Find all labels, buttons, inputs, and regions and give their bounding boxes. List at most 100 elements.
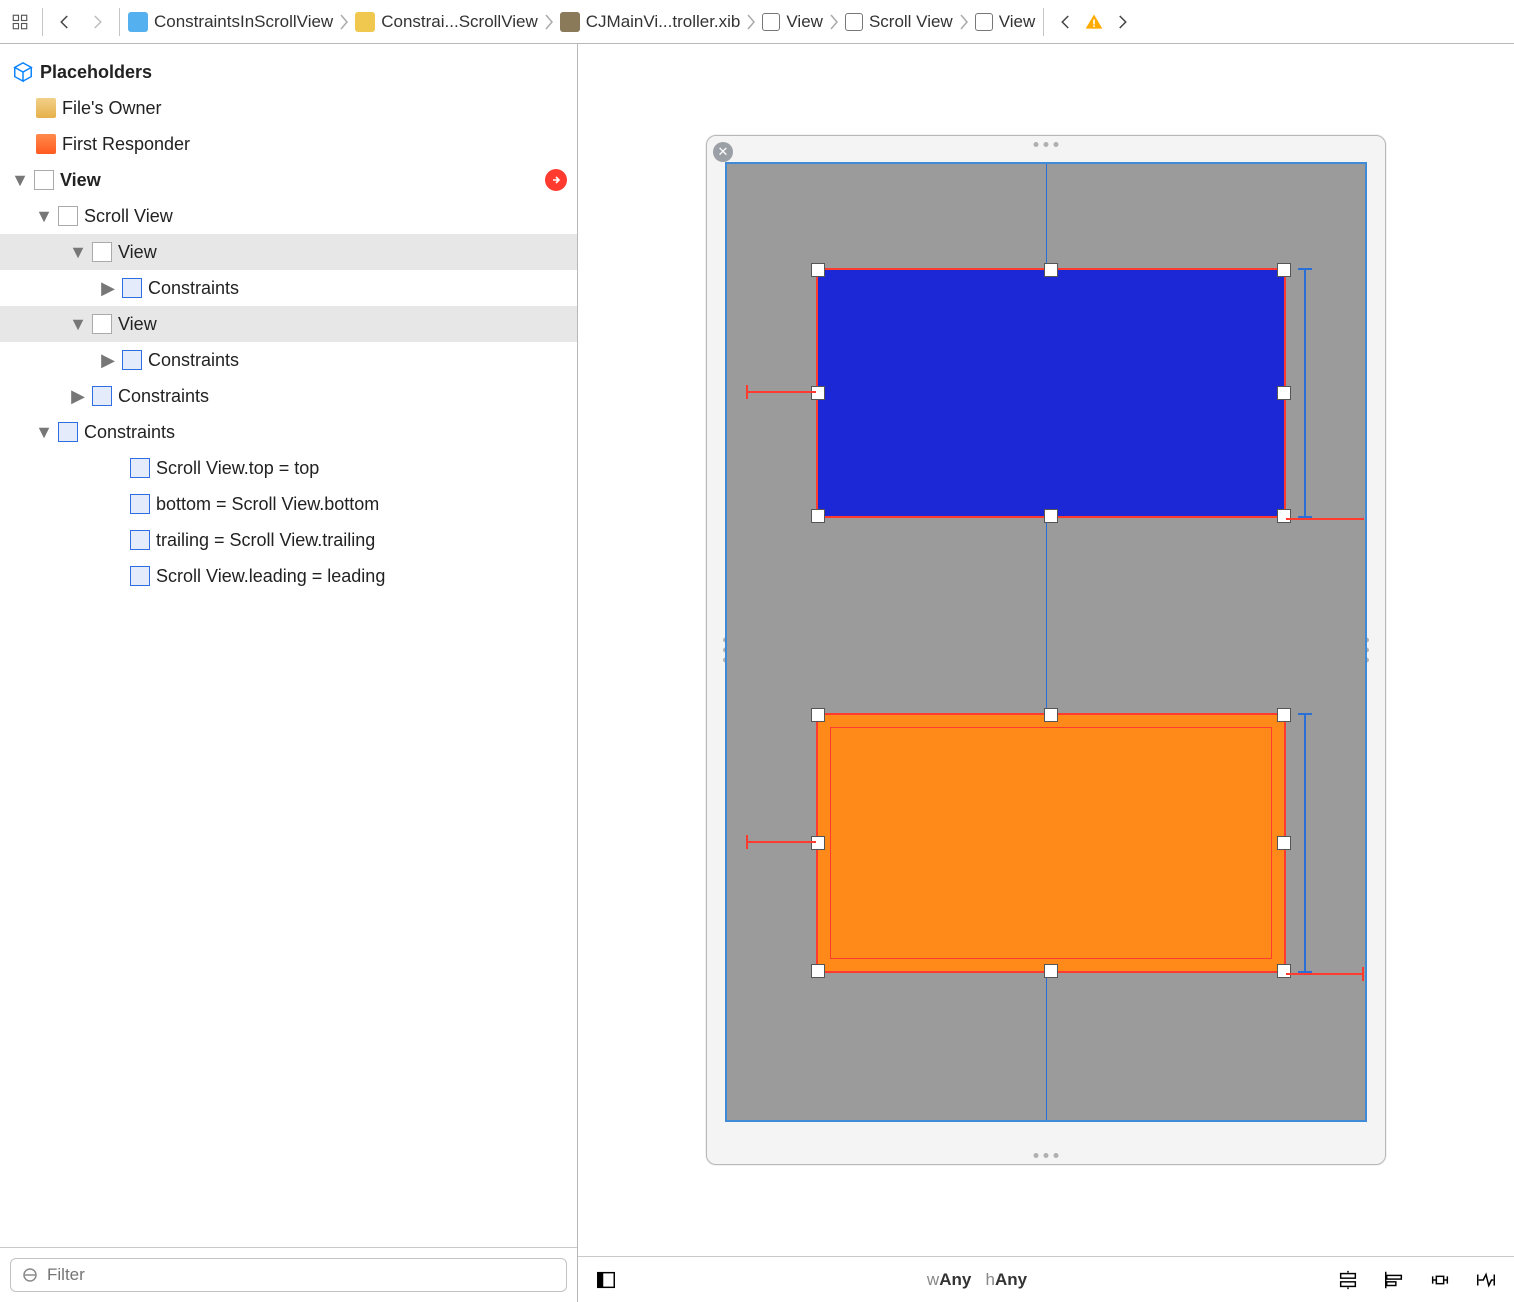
filter-field[interactable] [10,1258,567,1292]
disclosure-icon[interactable]: ▶ [100,280,116,296]
device-window[interactable]: ✕ [706,135,1386,1165]
jumpbar-label: View [786,12,823,32]
disclosure-icon[interactable]: ▼ [12,172,28,188]
view-icon [92,314,112,334]
files-owner-icon [36,98,56,118]
main-split: Placeholders File's Owner First Responde… [0,44,1514,1302]
outline-constraints-root[interactable]: ▼ Constraints [0,414,577,450]
outline-root-view[interactable]: ▼ View [0,162,577,198]
pin-button[interactable] [1426,1266,1454,1294]
jumpbar-seg-view2[interactable]: View [975,12,1036,32]
jumpbar-seg-project[interactable]: ConstraintsInScrollView [128,12,333,32]
outline-constraints-sv[interactable]: ▶ Constraints [0,378,577,414]
resize-handle[interactable] [811,964,825,978]
resize-handle[interactable] [811,708,825,722]
filter-input[interactable] [47,1265,556,1285]
resize-handle[interactable] [1277,836,1291,850]
separator [1043,8,1044,36]
outline-subview-a[interactable]: ▼ View [0,234,577,270]
resize-handle[interactable] [811,836,825,850]
outline-first-responder[interactable]: First Responder [0,126,577,162]
disclosure-icon[interactable]: ▼ [36,208,52,224]
outline-constraint-item[interactable]: bottom = Scroll View.bottom [0,486,577,522]
jumpbar-seg-view[interactable]: View [762,12,823,32]
disclosure-icon[interactable]: ▶ [100,352,116,368]
resize-handle[interactable] [811,509,825,523]
outline-files-owner[interactable]: File's Owner [0,90,577,126]
disclosure-icon[interactable]: ▶ [70,388,86,404]
chevron-right-icon [746,14,756,30]
measure-height-icon [1298,268,1312,518]
sizeclass-control[interactable]: wAny hAny [638,1270,1316,1290]
constraints-icon [92,386,112,406]
back-button[interactable] [51,8,79,36]
jumpbar-label: CJMainVi...troller.xib [586,12,741,32]
error-badge-icon[interactable] [545,169,567,191]
outline-constraint-item[interactable]: Scroll View.leading = leading [0,558,577,594]
constraint-icon [130,530,150,550]
toggle-outline-button[interactable] [592,1266,620,1294]
constraint-line [746,841,816,843]
folder-icon [355,12,375,32]
resize-handle[interactable] [1044,708,1058,722]
outline-constraint-item[interactable]: Scroll View.top = top [0,450,577,486]
jumpbar-seg-xib[interactable]: CJMainVi...troller.xib [560,12,741,32]
warning-icon[interactable] [1084,12,1104,32]
outline-scrollview[interactable]: ▼ Scroll View [0,198,577,234]
chevron-right-icon [544,14,554,30]
jumpbar-seg-folder[interactable]: Constrai...ScrollView [355,12,538,32]
jumpbar-label: Constrai...ScrollView [381,12,538,32]
sizeclass-w-prefix: w [927,1270,939,1289]
constraint-icon [130,494,150,514]
constraint-item-label: Scroll View.top = top [156,458,319,479]
sizeclass-h-prefix: h [985,1270,994,1289]
outline-constraint-item[interactable]: trailing = Scroll View.trailing [0,522,577,558]
constraint-line [746,391,816,393]
outline-body: Placeholders File's Owner First Responde… [0,44,577,1247]
constraints-b-label: Constraints [148,350,239,371]
view-icon [34,170,54,190]
resize-handle[interactable] [1277,386,1291,400]
scrollview-rect[interactable] [725,162,1367,1122]
close-scene-button[interactable]: ✕ [713,142,733,162]
cube-icon [12,61,34,83]
resize-handle[interactable] [811,263,825,277]
forward-button[interactable] [83,8,111,36]
subview-blue[interactable] [816,268,1286,518]
constraint-line [1362,967,1364,981]
related-items-icon[interactable] [6,8,34,36]
disclosure-icon[interactable]: ▼ [70,244,86,260]
measure-height-icon [1298,713,1312,973]
ib-canvas[interactable]: ✕ [578,44,1514,1256]
stack-button[interactable] [1334,1266,1362,1294]
resize-handle[interactable] [1044,263,1058,277]
subview-b-label: View [118,314,157,335]
resize-handle[interactable] [811,386,825,400]
resize-handle[interactable] [1044,509,1058,523]
resolve-issues-button[interactable] [1472,1266,1500,1294]
placeholders-header: Placeholders [0,54,577,90]
issues-forward-button[interactable] [1108,8,1136,36]
constraints-icon [122,350,142,370]
issues-back-button[interactable] [1052,8,1080,36]
resize-handle[interactable] [1277,708,1291,722]
disclosure-icon[interactable]: ▼ [36,424,52,440]
resize-handle[interactable] [1277,509,1291,523]
view-icon [92,242,112,262]
files-owner-label: File's Owner [62,98,161,119]
canvas-pane: ✕ [578,44,1514,1302]
resize-handle[interactable] [1044,964,1058,978]
jumpbar-seg-scrollview[interactable]: Scroll View [845,12,953,32]
align-button[interactable] [1380,1266,1408,1294]
sizeclass-h-value: Any [995,1270,1027,1289]
subview-orange[interactable] [816,713,1286,973]
outline-subview-b[interactable]: ▼ View [0,306,577,342]
first-responder-label: First Responder [62,134,190,155]
view-icon [975,13,993,31]
resize-handle[interactable] [1277,964,1291,978]
outline-constraints-b[interactable]: ▶ Constraints [0,342,577,378]
outline-constraints-a[interactable]: ▶ Constraints [0,270,577,306]
constraint-icon [130,566,150,586]
disclosure-icon[interactable]: ▼ [70,316,86,332]
resize-handle[interactable] [1277,263,1291,277]
